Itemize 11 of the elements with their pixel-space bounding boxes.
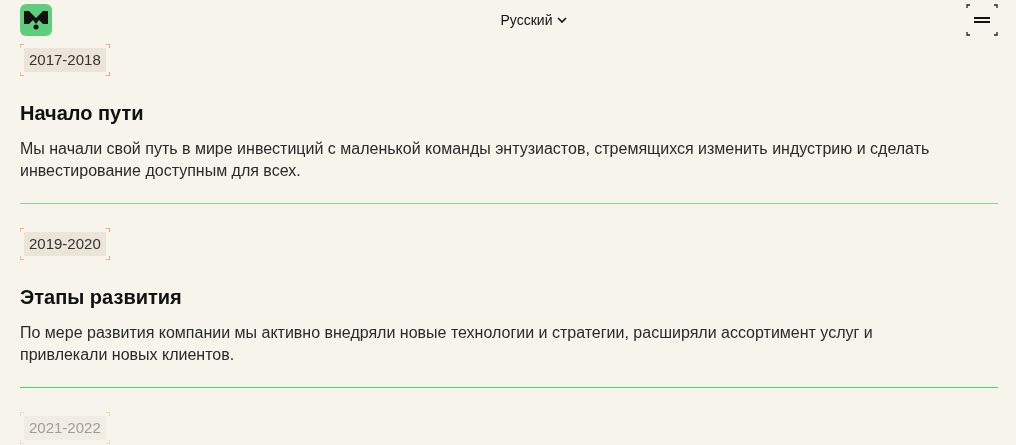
- section-text: По мере развития компании мы активно внедряли новые технологии и стратегии, расширяли ассортимент услуг и привлекали новых клиентов.: [20, 323, 874, 365]
- year-label: 2019-2020: [24, 232, 106, 256]
- chevron-down-icon: [557, 17, 568, 23]
- year-label: 2017-2018: [24, 48, 106, 72]
- section-text: Мы начали свой путь в мире инвестиций с маленькой команды энтузиастов, стремящихся изменить индустрию и сделать инвестирование доступным для всех.: [20, 139, 931, 181]
- language-selector[interactable]: Русский: [498, 10, 570, 30]
- section-heading: Начало пути: [20, 101, 145, 126]
- section-heading: Этапы развития: [20, 285, 183, 310]
- menu-icon[interactable]: [966, 4, 998, 36]
- year-label: 2021-2022: [24, 416, 106, 440]
- logo-icon[interactable]: [20, 4, 52, 36]
